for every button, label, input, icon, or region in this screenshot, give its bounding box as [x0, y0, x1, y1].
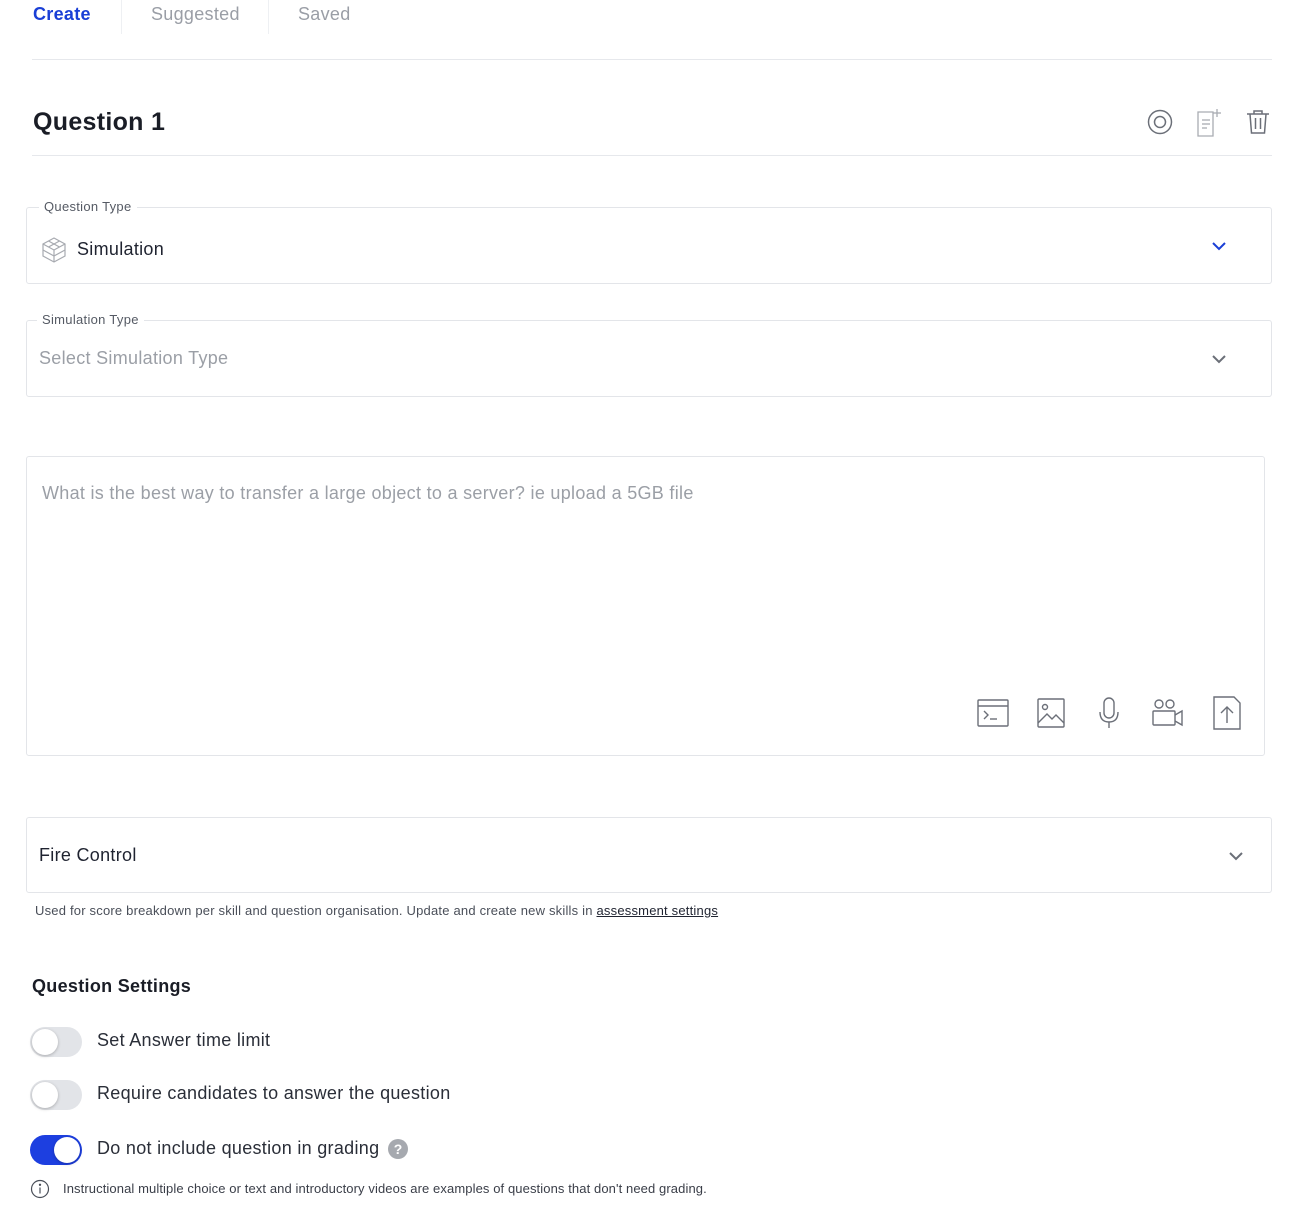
help-icon[interactable]: ? — [388, 1139, 408, 1159]
chevron-down-icon — [1210, 352, 1228, 364]
microphone-icon[interactable] — [1092, 695, 1126, 731]
chevron-down-icon — [1210, 239, 1228, 251]
question-text-placeholder: What is the best way to transfer a large… — [42, 483, 694, 503]
question-type-value: Simulation — [77, 239, 165, 259]
tab-saved[interactable]: Saved — [298, 4, 351, 25]
code-icon[interactable] — [976, 695, 1010, 731]
tab-bar: Create Suggested Saved — [32, 0, 1272, 60]
simulation-type-label: Simulation Type — [37, 312, 144, 327]
video-icon[interactable] — [1151, 695, 1185, 731]
require-answer-switch[interactable] — [30, 1080, 82, 1110]
simulation-type-select[interactable]: Simulation Type Select Simulation Type — [26, 312, 1272, 397]
question-type-label: Question Type — [39, 199, 137, 214]
tab-create[interactable]: Create — [33, 4, 91, 25]
tab-divider — [268, 0, 269, 34]
simulation-type-placeholder: Select Simulation Type — [39, 348, 229, 368]
settings-icon[interactable] — [1146, 108, 1174, 136]
exclude-grading-switch[interactable] — [30, 1135, 82, 1165]
grading-note-text: Instructional multiple choice or text an… — [63, 1181, 707, 1196]
toggle-label: Require candidates to answer the questio… — [97, 1083, 451, 1103]
toggle-exclude-grading: Do not include question in grading ? — [30, 1135, 630, 1165]
image-icon[interactable] — [1034, 695, 1068, 731]
upload-icon[interactable] — [1210, 695, 1244, 731]
info-icon — [30, 1179, 50, 1199]
trash-icon[interactable] — [1244, 108, 1272, 136]
grading-note: Instructional multiple choice or text an… — [30, 1179, 750, 1199]
switch-knob — [32, 1082, 58, 1108]
cube-icon — [40, 236, 68, 264]
question-type-select[interactable]: Question Type Simulation — [26, 199, 1272, 284]
add-page-icon[interactable] — [1195, 108, 1223, 137]
question-title: Question 1 — [33, 108, 166, 136]
question-settings-title: Question Settings — [32, 976, 192, 996]
toggle-require-answer: Require candidates to answer the questio… — [30, 1080, 630, 1110]
assessment-settings-link[interactable]: assessment settings — [597, 903, 719, 918]
switch-knob — [32, 1029, 58, 1055]
answer-time-limit-switch[interactable] — [30, 1027, 82, 1057]
tab-suggested[interactable]: Suggested — [151, 4, 240, 25]
chevron-down-icon — [1227, 849, 1245, 861]
toggle-label: Set Answer time limit — [97, 1030, 271, 1050]
skill-hint: Used for score breakdown per skill and q… — [35, 903, 718, 918]
question-text-area[interactable]: What is the best way to transfer a large… — [26, 456, 1265, 756]
toggle-label: Do not include question in grading — [97, 1138, 380, 1158]
skill-select[interactable]: Fire Control — [26, 817, 1272, 893]
switch-knob — [54, 1137, 80, 1163]
question-header: Question 1 — [32, 90, 1272, 156]
skill-hint-text: Used for score breakdown per skill and q… — [35, 903, 597, 918]
toggle-answer-time-limit: Set Answer time limit — [30, 1027, 630, 1057]
skill-value: Fire Control — [39, 845, 137, 865]
tab-divider — [121, 0, 122, 34]
